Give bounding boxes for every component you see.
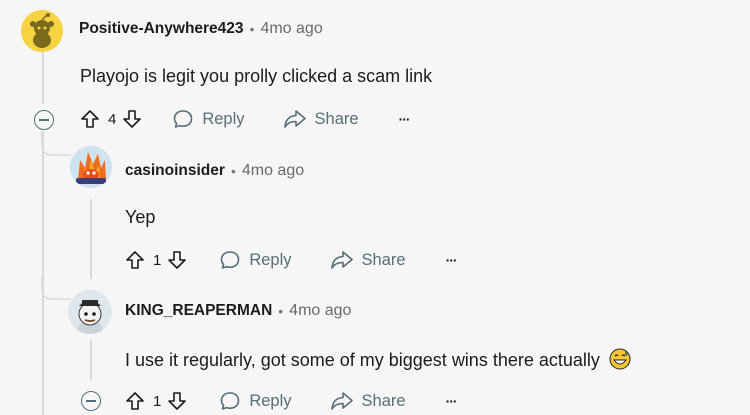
comment-body: Yep	[125, 207, 156, 227]
more-icon: ···	[445, 252, 458, 268]
reply-label: Reply	[249, 250, 292, 269]
comment-body: I use it regularly, got some of my bigge…	[125, 348, 631, 371]
reply-label: Reply	[249, 391, 292, 410]
vote-count: 1	[153, 251, 162, 269]
avatar[interactable]	[68, 290, 112, 334]
timestamp[interactable]: 4mo ago	[242, 162, 304, 180]
separator: •	[230, 163, 236, 179]
reply-label: Reply	[202, 109, 245, 128]
vote-controls: 1	[125, 391, 187, 411]
avatar[interactable]	[21, 10, 63, 52]
separator: •	[249, 21, 255, 37]
comment-body: Playojo is legit you prolly clicked a sc…	[80, 66, 433, 86]
snoo-avatar-icon	[68, 290, 112, 334]
timestamp[interactable]: 4mo ago	[289, 302, 351, 320]
more-options-button[interactable]: ···	[398, 111, 411, 127]
upvote-icon[interactable]	[125, 391, 145, 411]
separator: •	[278, 303, 284, 319]
vote-count: 1	[153, 392, 162, 410]
comment-meta: Positive-Anywhere423 • 4mo ago	[79, 20, 323, 38]
username[interactable]: casinoinsider	[125, 162, 225, 180]
vote-controls: 1	[125, 250, 187, 270]
reply-icon	[174, 110, 193, 128]
timestamp[interactable]: 4mo ago	[260, 20, 322, 38]
share-label: Share	[361, 250, 406, 269]
share-label: Share	[361, 391, 406, 410]
share-button[interactable]: Share	[283, 109, 359, 129]
username[interactable]: KING_REAPERMAN	[125, 302, 272, 320]
collapse-thread-button[interactable]	[81, 391, 101, 411]
share-label: Share	[314, 109, 359, 128]
share-icon	[330, 251, 353, 269]
comment-meta: casinoinsider • 4mo ago	[125, 162, 304, 180]
comment-actions: 4 Reply Share ···	[80, 105, 411, 133]
downvote-icon[interactable]	[122, 109, 142, 129]
more-icon: ···	[445, 393, 458, 409]
upvote-icon[interactable]	[80, 109, 100, 129]
share-button[interactable]: Share	[330, 391, 406, 411]
share-button[interactable]: Share	[330, 250, 406, 270]
downvote-icon[interactable]	[167, 250, 187, 270]
share-icon	[330, 392, 353, 410]
reply-button[interactable]: Reply	[219, 249, 292, 271]
thread-line-child	[90, 199, 92, 279]
reply-button[interactable]: Reply	[219, 390, 292, 412]
snoo-avatar-icon	[21, 10, 63, 52]
vote-controls: 4	[80, 109, 142, 129]
upvote-icon[interactable]	[125, 250, 145, 270]
username[interactable]: Positive-Anywhere423	[79, 20, 244, 38]
grinning-sweat-emoji-icon	[609, 348, 631, 370]
downvote-icon[interactable]	[167, 391, 187, 411]
thread-line-root	[42, 52, 44, 104]
collapse-thread-button[interactable]	[34, 110, 54, 130]
avatar[interactable]	[70, 146, 112, 188]
thread-line-root-lower	[42, 131, 44, 415]
fire-avatar-icon	[70, 146, 112, 188]
more-options-button[interactable]: ···	[445, 393, 458, 409]
thread-line-grandchild	[90, 340, 92, 380]
reply-icon	[221, 392, 240, 410]
more-options-button[interactable]: ···	[445, 252, 458, 268]
vote-count: 4	[108, 110, 117, 128]
comment-body-text: I use it regularly, got some of my bigge…	[125, 350, 600, 370]
reply-icon	[221, 251, 240, 269]
reply-button[interactable]: Reply	[172, 108, 245, 130]
share-icon	[283, 110, 306, 128]
comment-meta: KING_REAPERMAN • 4mo ago	[125, 302, 351, 320]
comment-actions: 1 Reply Share ···	[125, 246, 458, 274]
more-icon: ···	[398, 111, 411, 127]
comment-actions: 1 Reply Share ···	[125, 387, 458, 415]
